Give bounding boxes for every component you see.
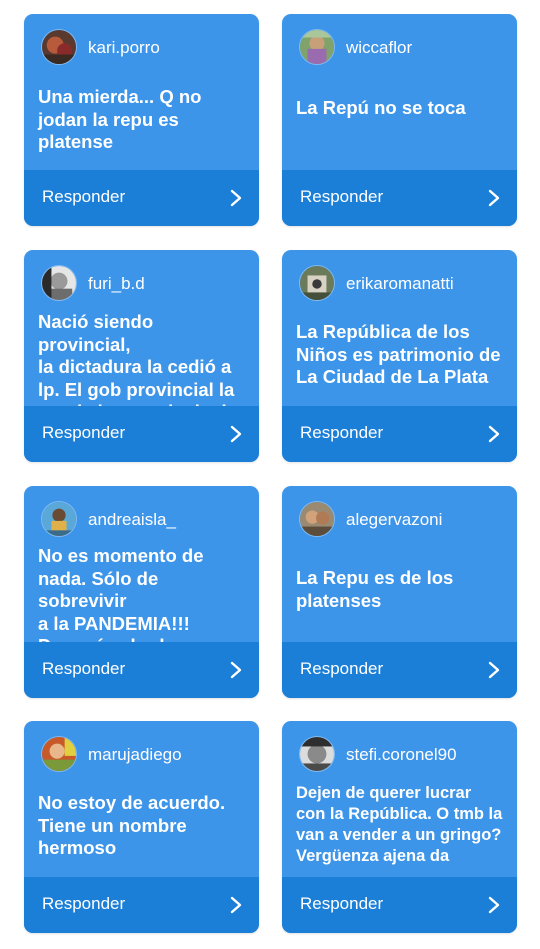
response-card[interactable]: andreaisla_ No es momento de nada. Sólo … xyxy=(24,486,259,698)
chevron-right-icon xyxy=(488,896,500,914)
response-card[interactable]: alegervazoni La Repu es de los platenses… xyxy=(282,486,517,698)
chevron-right-icon xyxy=(488,425,500,443)
response-card-body: stefi.coronel90 Dejen de querer lucrar c… xyxy=(282,721,517,877)
reply-label: Responder xyxy=(300,187,384,206)
username[interactable]: stefi.coronel90 xyxy=(346,745,457,765)
response-card[interactable]: furi_b.d Nació siendo provincial, la dic… xyxy=(24,250,259,462)
reply-button[interactable]: Responder xyxy=(24,877,259,933)
reply-label: Responder xyxy=(300,423,384,442)
response-card[interactable]: marujadiego No estoy de acuerdo. Tiene u… xyxy=(24,721,259,933)
response-card[interactable]: stefi.coronel90 Dejen de querer lucrar c… xyxy=(282,721,517,933)
response-card-body: marujadiego No estoy de acuerdo. Tiene u… xyxy=(24,721,259,877)
username[interactable]: furi_b.d xyxy=(88,274,145,294)
reply-button[interactable]: Responder xyxy=(282,170,517,226)
avatar-photo-icon[interactable] xyxy=(299,501,335,537)
username[interactable]: erikaromanatti xyxy=(346,274,454,294)
reply-button[interactable]: Responder xyxy=(282,642,517,698)
reply-label: Responder xyxy=(42,423,126,442)
response-card[interactable]: kari.porro Una mierda... Q no jodan la r… xyxy=(24,14,259,226)
reply-label: Responder xyxy=(300,659,384,678)
chevron-right-icon xyxy=(230,425,242,443)
avatar-photo-icon[interactable] xyxy=(41,29,77,65)
username[interactable]: kari.porro xyxy=(88,38,160,58)
reply-button[interactable]: Responder xyxy=(24,406,259,462)
response-card-body: kari.porro Una mierda... Q no jodan la r… xyxy=(24,14,259,170)
avatar-photo-icon[interactable] xyxy=(41,501,77,537)
avatar-photo-icon[interactable] xyxy=(41,736,77,772)
response-card-body: andreaisla_ No es momento de nada. Sólo … xyxy=(24,486,259,656)
username[interactable]: alegervazoni xyxy=(346,510,442,530)
chevron-right-icon xyxy=(488,661,500,679)
avatar-photo-icon[interactable] xyxy=(299,265,335,301)
reply-label: Responder xyxy=(42,659,126,678)
username[interactable]: wiccaflor xyxy=(346,38,412,58)
comment-text: La Repú no se toca xyxy=(296,97,466,118)
chevron-right-icon xyxy=(230,189,242,207)
comment-text: No estoy de acuerdo. Tiene un nombre her… xyxy=(38,792,226,859)
response-card-body: erikaromanatti La República de los Niños… xyxy=(282,250,517,406)
response-card-body: alegervazoni La Repu es de los platenses xyxy=(282,486,517,642)
username[interactable]: marujadiego xyxy=(88,745,182,765)
reply-button[interactable]: Responder xyxy=(282,877,517,933)
comment-text: Una mierda... Q no jodan la repu es plat… xyxy=(38,86,202,153)
reply-button[interactable]: Responder xyxy=(24,642,259,698)
reply-button[interactable]: Responder xyxy=(282,406,517,462)
chevron-right-icon xyxy=(488,189,500,207)
chevron-right-icon xyxy=(230,661,242,679)
comment-text: Dejen de querer lucrar con la República.… xyxy=(296,784,503,865)
chevron-right-icon xyxy=(230,896,242,914)
reply-label: Responder xyxy=(42,187,126,206)
avatar-photo-icon[interactable] xyxy=(299,736,335,772)
avatar-photo-icon[interactable] xyxy=(299,29,335,65)
reply-button[interactable]: Responder xyxy=(24,170,259,226)
reply-label: Responder xyxy=(42,894,126,913)
response-card[interactable]: erikaromanatti La República de los Niños… xyxy=(282,250,517,462)
response-card-body: furi_b.d Nació siendo provincial, la dic… xyxy=(24,250,259,422)
comment-text: La Repu es de los platenses xyxy=(296,567,454,611)
question-responses-grid: kari.porro Una mierda... Q no jodan la r… xyxy=(0,0,540,949)
username[interactable]: andreaisla_ xyxy=(88,510,176,530)
comment-text: La República de los Niños es patrimonio … xyxy=(296,321,501,388)
reply-label: Responder xyxy=(300,894,384,913)
response-card[interactable]: wiccaflor La Repú no se toca Responder xyxy=(282,14,517,226)
avatar-photo-icon[interactable] xyxy=(41,265,77,301)
response-card-body: wiccaflor La Repú no se toca xyxy=(282,14,517,170)
